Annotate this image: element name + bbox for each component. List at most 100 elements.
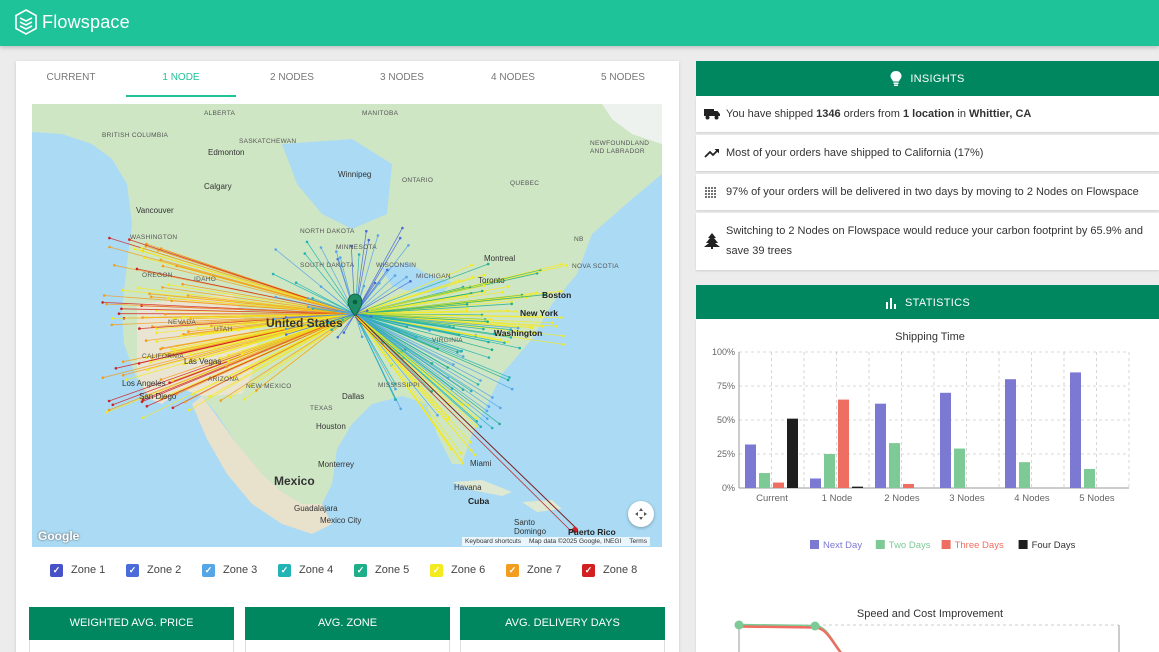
legend-label[interactable]: Two Days [889,540,931,551]
bar[interactable] [1019,462,1030,488]
legend-label[interactable]: Three Days [955,540,1004,551]
map-label-mississippi: MISSISSIPPI [378,382,420,389]
zone-7-toggle[interactable]: ✓ Zone 7 [506,561,582,579]
route-endpoint [161,264,165,268]
brand-logo[interactable]: Flowspace [14,9,130,35]
legend-swatch[interactable] [941,540,951,549]
insight-top-destination: Most of your orders have shipped to Cali… [696,135,1159,171]
line-point[interactable] [734,620,744,630]
route-endpoint [465,307,469,310]
route-endpoint [101,301,104,304]
zone-3-toggle[interactable]: ✓ Zone 3 [202,561,278,579]
route-endpoint [476,383,480,386]
shipping-map[interactable]: ALBERTA MANITOBA BRITISH COLUMBIA SASKAT… [32,104,662,547]
bar[interactable] [889,443,900,488]
route-endpoint [108,236,111,240]
route-endpoint [405,275,408,279]
route-endpoint [274,295,278,299]
route-endpoint [490,337,493,340]
checkbox-icon[interactable]: ✓ [582,563,595,577]
legend-label[interactable]: Four Days [1032,540,1076,551]
insight-carbon-footprint: Switching to 2 Nodes on Flowspace would … [696,213,1159,270]
x-tick-label: 2 Nodes [884,493,920,504]
zone-8-toggle[interactable]: ✓ Zone 8 [582,561,658,579]
bar[interactable] [1070,372,1081,488]
route-endpoint [142,416,145,420]
bar[interactable] [852,486,863,488]
legend-label[interactable]: Next Day [823,540,862,551]
keyboard-shortcuts-link[interactable]: Keyboard shortcuts [465,538,521,545]
bar[interactable] [1084,468,1095,488]
bar[interactable] [940,392,951,488]
bar[interactable] [838,399,849,488]
legend-swatch[interactable] [1018,540,1028,549]
map-label-virginia: VIRGINIA [432,337,463,344]
checkbox-icon[interactable]: ✓ [278,563,291,577]
route-endpoint [551,321,554,325]
zone-4-toggle[interactable]: ✓ Zone 4 [278,561,354,579]
line-point[interactable] [810,621,820,631]
bar[interactable] [810,478,821,488]
map-recenter-button[interactable] [628,501,654,527]
bar[interactable] [954,448,965,488]
bar[interactable] [759,473,770,488]
bar[interactable] [903,483,914,488]
bar[interactable] [824,454,835,488]
zone-5-toggle[interactable]: ✓ Zone 5 [354,561,430,579]
tab-5-nodes[interactable]: 5 NODES [568,61,678,97]
route-endpoint [219,399,223,402]
terms-link[interactable]: Terms [629,538,647,545]
tab-3-nodes[interactable]: 3 NODES [347,61,457,97]
route-endpoint [173,348,176,352]
zone-2-toggle[interactable]: ✓ Zone 2 [126,561,202,579]
bar[interactable] [875,403,886,488]
tab-current[interactable]: CURRENT [16,61,126,97]
x-tick-label: 5 Nodes [1079,493,1115,504]
route-endpoint [490,426,494,430]
statistics-charts: Shipping Time 0% 25% 50% 75% 100% Current 1 Nod… [712,331,1130,652]
bar[interactable] [787,418,798,488]
map-label-south-dakota: SOUTH DAKOTA [300,262,355,269]
tab-4-nodes[interactable]: 4 NODES [458,61,568,97]
route-endpoint [339,256,342,259]
bar[interactable] [773,482,784,488]
route-endpoint [285,333,288,336]
route-endpoint [459,458,463,462]
checkbox-icon[interactable]: ✓ [354,563,367,577]
zone-1-toggle[interactable]: ✓ Zone 1 [50,561,126,579]
route-endpoint [487,405,491,408]
zone-6-toggle[interactable]: ✓ Zone 6 [430,561,506,579]
x-tick-label: Current [756,493,788,504]
line-series [738,625,842,652]
checkbox-icon[interactable]: ✓ [506,563,519,577]
insight-text: Most of your orders have shipped to Cali… [726,147,984,159]
legend-swatch[interactable] [810,540,819,549]
route-endpoint [155,340,158,343]
location-count: 1 location [902,108,955,120]
checkbox-icon[interactable]: ✓ [430,563,443,577]
bar[interactable] [1005,379,1016,488]
checkbox-icon[interactable]: ✓ [126,563,139,577]
route-endpoint [140,247,143,250]
map-label-oregon: OREGON [142,272,173,279]
map-label-cuba: Cuba [468,496,490,506]
route-endpoint [510,387,514,391]
checkbox-icon[interactable]: ✓ [202,563,215,577]
flowspace-logo-icon [15,9,37,35]
tab-1-node[interactable]: 1 NODE [126,61,236,97]
statistics-card: Shipping Time 0% 25% 50% 75% 100% Current 1 Nod… [696,319,1159,652]
top-bar: Flowspace [0,0,1159,46]
x-tick-label: 1 Node [822,493,853,504]
route-endpoint [475,424,478,428]
legend-swatch[interactable] [875,540,885,549]
zone-label: Zone 2 [147,564,182,576]
checkbox-icon[interactable]: ✓ [50,563,63,577]
route-endpoint [144,339,148,342]
bar[interactable] [745,444,756,488]
route-endpoint [196,326,200,330]
route-endpoint [562,343,565,346]
route-endpoint [167,283,170,286]
tab-2-nodes[interactable]: 2 NODES [237,61,347,97]
crosshair-icon [635,508,647,520]
route-endpoint [485,409,489,413]
